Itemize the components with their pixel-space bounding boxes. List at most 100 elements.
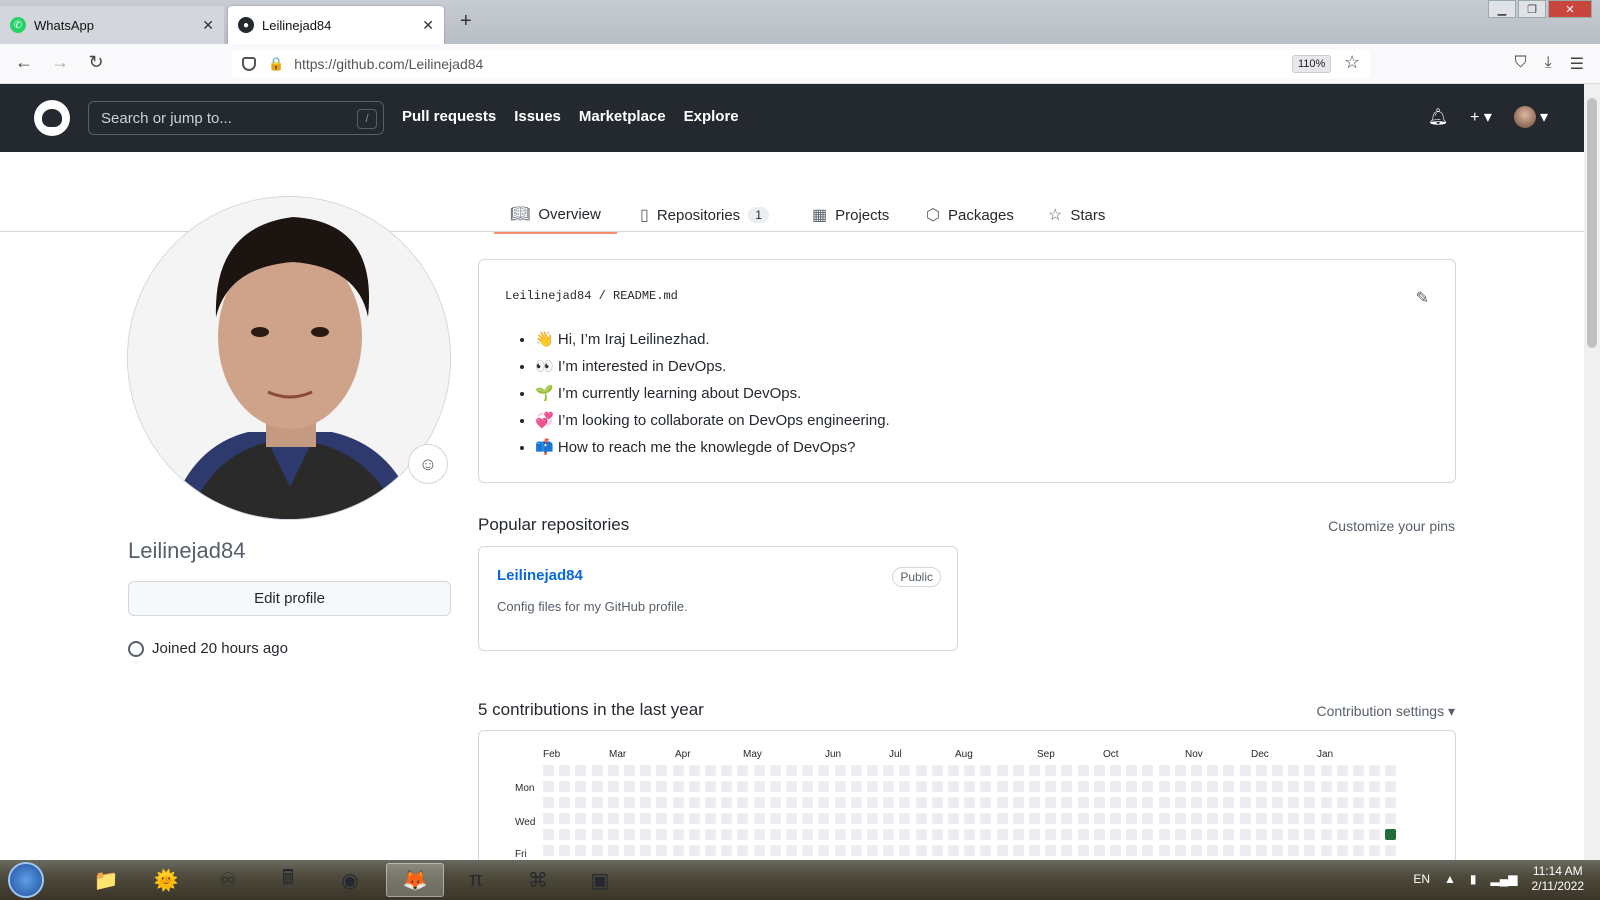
contribution-cell[interactable] [672,845,684,856]
contribution-cell[interactable] [1369,845,1381,856]
contribution-cell[interactable] [688,813,700,824]
contribution-cell[interactable] [1336,797,1348,808]
contribution-cell[interactable] [575,829,587,840]
contribution-cell[interactable] [996,765,1008,776]
contribution-cell[interactable] [980,797,992,808]
contribution-cell[interactable] [1320,765,1332,776]
contribution-cell[interactable] [705,829,716,840]
contribution-cell[interactable] [915,829,927,840]
contribution-cell[interactable] [656,829,668,840]
contribution-cell[interactable] [705,797,716,808]
contribution-cell[interactable] [996,813,1008,824]
contribution-cell[interactable] [688,797,700,808]
contribution-cell[interactable] [996,829,1008,840]
contribution-cell[interactable] [1353,813,1364,824]
zoom-indicator[interactable]: 110% [1292,55,1332,73]
contribution-cell[interactable] [672,829,684,840]
contribution-cell[interactable] [1369,781,1381,792]
bell-icon[interactable]: 🔔︎ [1428,107,1448,127]
contribution-cell[interactable] [705,845,716,856]
download-icon[interactable]: ⤓ [1545,54,1552,74]
contribution-cell[interactable] [624,813,635,824]
contribution-cell[interactable] [1045,845,1057,856]
contribution-cell[interactable] [867,797,878,808]
contribution-cell[interactable] [1288,765,1300,776]
firefox-icon[interactable]: 🦊 [386,863,444,897]
contribution-cell[interactable] [948,797,959,808]
contribution-cell[interactable] [883,845,895,856]
github-logo-icon[interactable] [34,100,70,136]
contribution-cell[interactable] [1174,765,1186,776]
contribution-cell[interactable] [1239,813,1251,824]
contribution-cell[interactable] [1353,765,1364,776]
contribution-cell[interactable] [1029,845,1040,856]
contribution-cell[interactable] [915,781,927,792]
contribution-cell[interactable] [1369,813,1381,824]
contribution-cell[interactable] [1174,829,1186,840]
contribution-cell[interactable] [931,845,943,856]
contribution-cell[interactable] [802,845,814,856]
contribution-cell[interactable] [753,781,765,792]
contribution-cell[interactable] [834,813,846,824]
close-icon[interactable]: ✕ [202,17,214,34]
page-scrollbar[interactable] [1584,84,1600,860]
contribution-cell[interactable] [640,781,652,792]
readme-owner-link[interactable]: Leilinejad84 [505,289,591,303]
pi-app-icon[interactable]: π [450,863,502,897]
contribution-cell[interactable] [996,797,1008,808]
contribution-cell[interactable] [1126,829,1138,840]
contribution-cell[interactable] [1110,781,1121,792]
contribution-cell[interactable] [640,797,652,808]
contribution-cell[interactable] [1272,781,1283,792]
contribution-cell[interactable] [640,845,652,856]
contribution-cell[interactable] [559,829,571,840]
contribution-cell[interactable] [1045,797,1057,808]
back-icon[interactable]: ← [12,52,36,73]
contribution-cell[interactable] [1012,845,1024,856]
contribution-cell[interactable] [721,765,733,776]
contribution-cell[interactable] [721,845,733,856]
contribution-cell[interactable] [1385,781,1397,792]
contribution-cell[interactable] [1012,797,1024,808]
contribution-cell[interactable] [1077,781,1089,792]
contribution-cell[interactable] [1223,845,1235,856]
contribution-cell[interactable] [1077,813,1089,824]
tab-overview[interactable]: 📖︎ Overview [494,196,617,234]
contribution-cell[interactable] [1045,781,1057,792]
contribution-cell[interactable] [769,781,781,792]
contribution-cell[interactable] [656,781,668,792]
tab-github[interactable]: ● Leilinejad84 ✕ [228,6,444,44]
contribution-cell[interactable] [867,813,878,824]
readme-file-link[interactable]: README.md [613,289,678,303]
contribution-cell[interactable] [559,813,571,824]
close-window-button[interactable]: ✕ [1548,0,1592,18]
contribution-cell[interactable] [964,797,976,808]
contribution-cell[interactable] [672,797,684,808]
contribution-cell[interactable] [1126,765,1138,776]
contribution-cell[interactable] [1061,829,1073,840]
contribution-cell[interactable] [964,765,976,776]
contribution-cell[interactable] [980,813,992,824]
contribution-cell[interactable] [1174,845,1186,856]
contribution-cell[interactable] [1126,845,1138,856]
contribution-cell[interactable] [996,781,1008,792]
contribution-cell[interactable] [1077,829,1089,840]
contribution-cell[interactable] [818,781,830,792]
contribution-cell[interactable] [1029,797,1040,808]
contribution-cell[interactable] [1061,781,1073,792]
contribution-cell[interactable] [1158,765,1170,776]
contribution-cell[interactable] [607,765,619,776]
contribution-cell[interactable] [1174,797,1186,808]
contribution-cell[interactable] [1061,765,1073,776]
contribution-cell[interactable] [1077,765,1089,776]
nav-marketplace[interactable]: Marketplace [579,108,666,125]
contribution-cell[interactable] [705,781,716,792]
contribution-cell[interactable] [948,765,959,776]
contribution-cell[interactable] [1061,797,1073,808]
contribution-cell[interactable] [688,829,700,840]
network-icon[interactable]: ▮ [1470,872,1477,886]
contribution-cell[interactable] [1012,829,1024,840]
contribution-cell[interactable] [721,829,733,840]
scrollbar-thumb[interactable] [1587,98,1597,348]
contribution-cell[interactable] [688,765,700,776]
